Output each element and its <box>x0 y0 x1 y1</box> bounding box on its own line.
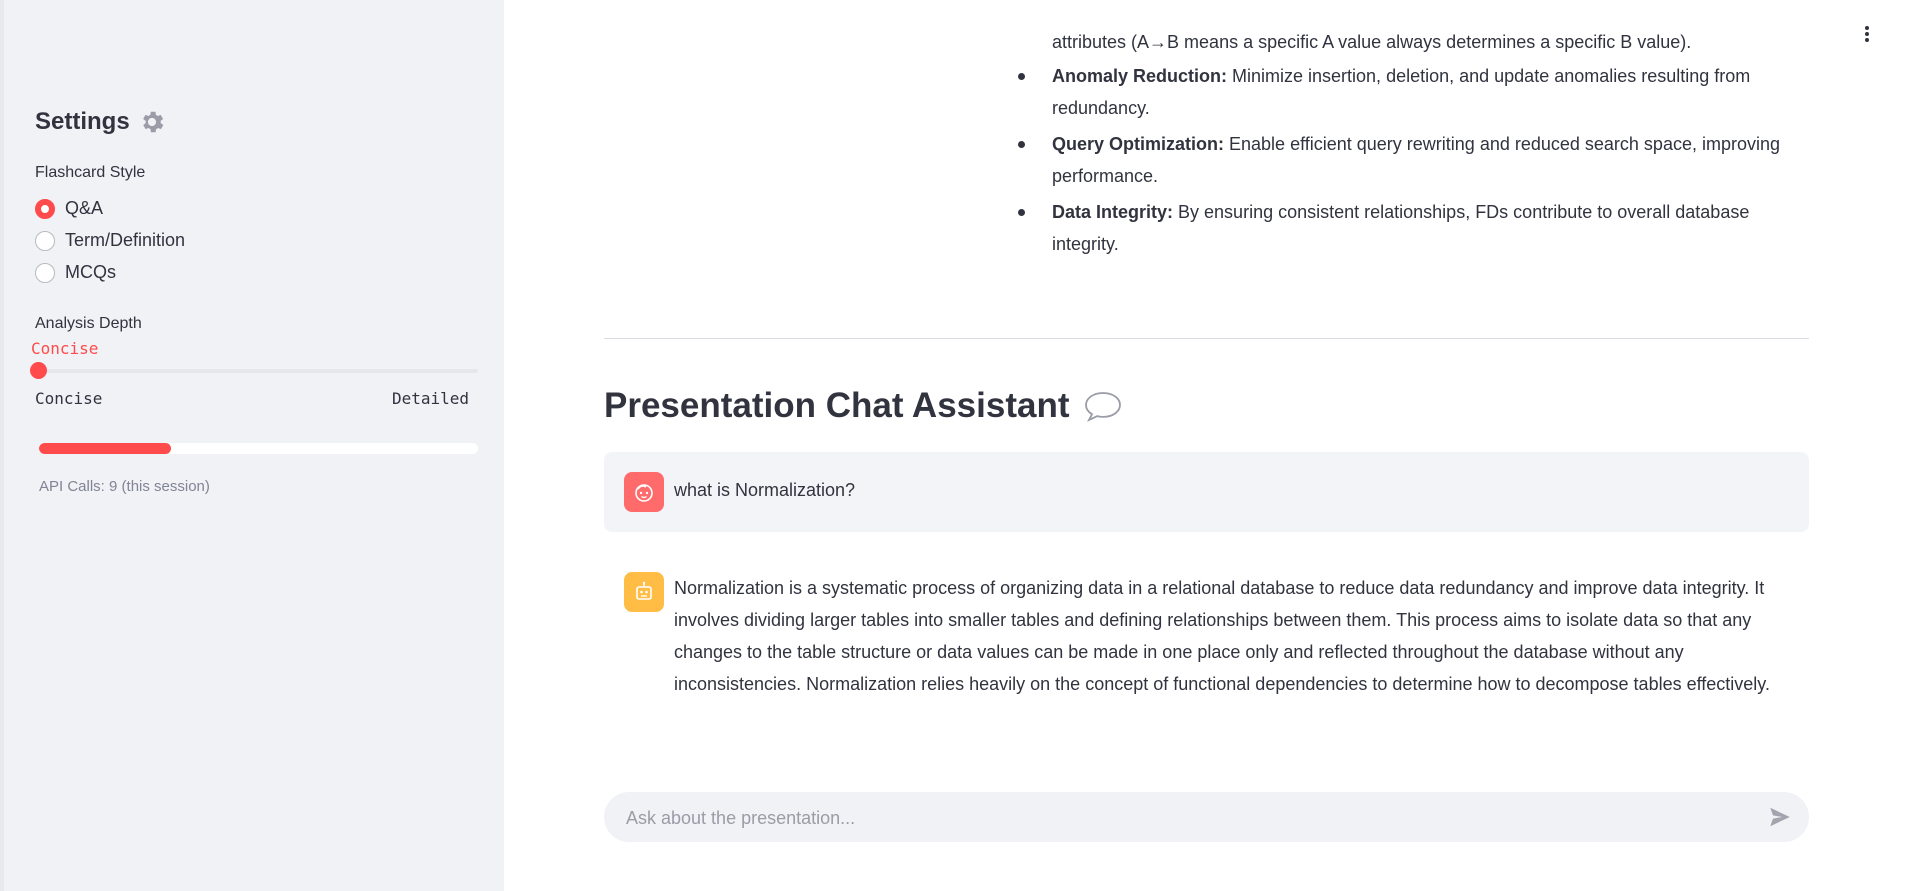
analysis-depth-label: Analysis Depth <box>35 315 142 332</box>
message-text: Normalization is a systematic process of… <box>674 578 1770 694</box>
settings-header: Settings <box>35 108 166 136</box>
sidebar: Settings Flashcard Style Q&A Term/Defini… <box>0 0 504 891</box>
radio-label: Term/Definition <box>65 230 186 250</box>
radio-button-checked[interactable] <box>35 198 55 219</box>
chat-section-header: Presentation Chat Assistant <box>604 386 1123 426</box>
radio-label: Q&A <box>65 198 104 218</box>
bullet-term: Query Optimization: <box>1052 134 1225 154</box>
gear-icon <box>138 108 166 136</box>
chat-input[interactable] <box>624 792 1738 844</box>
bullet-term: Data Integrity: <box>1052 202 1174 222</box>
user-avatar <box>624 472 664 512</box>
menu-dot <box>1865 38 1869 42</box>
usage-progress-bar <box>39 443 478 454</box>
usage-progress-fill <box>39 443 171 454</box>
main-menu-button[interactable] <box>1855 20 1879 48</box>
radio-qa[interactable]: Q&A <box>35 198 103 219</box>
chat-title: Presentation Chat Assistant <box>604 386 1070 425</box>
send-icon[interactable] <box>1767 804 1793 830</box>
radio-button[interactable] <box>35 230 55 251</box>
radio-term-definition[interactable]: Term/Definition <box>35 230 185 251</box>
list-item: Anomaly Reduction: Minimize insertion, d… <box>1000 60 1820 124</box>
slider-thumb[interactable] <box>30 362 47 379</box>
list-item-partial: attributes (A→B means a specific A value… <box>1000 26 1820 56</box>
radio-mcqs[interactable]: MCQs <box>35 262 116 283</box>
summary-bullet-list: attributes (A→B means a specific A value… <box>1000 32 1820 264</box>
message-text: what is Normalization? <box>674 480 856 500</box>
bullet-text: attributes (A→B means a specific A value… <box>1052 32 1692 52</box>
list-item: Query Optimization: Enable efficient que… <box>1000 128 1820 192</box>
chat-message-assistant: Normalization is a systematic process of… <box>604 562 1809 742</box>
bullet-term: Anomaly Reduction: <box>1052 66 1228 86</box>
bot-avatar <box>624 572 664 612</box>
flashcard-style-label: Flashcard Style <box>35 164 146 181</box>
chat-message-user: what is Normalization? <box>604 452 1809 532</box>
radio-button[interactable] <box>35 262 55 283</box>
menu-dot <box>1865 32 1869 36</box>
slider-current-value: Concise <box>31 339 99 358</box>
face-icon <box>635 484 653 502</box>
radio-label: MCQs <box>65 262 116 282</box>
slider-min-label: Concise <box>35 389 103 408</box>
speech-bubble-icon <box>1083 390 1123 422</box>
api-calls-counter: API Calls: 9 (this session) <box>39 478 210 495</box>
settings-title: Settings <box>35 108 130 135</box>
slider-max-label: Detailed <box>392 389 470 408</box>
section-divider <box>604 338 1809 339</box>
chat-input-container <box>604 792 1809 844</box>
slider-track[interactable] <box>39 369 478 373</box>
robot-icon <box>636 581 652 600</box>
menu-dot <box>1865 26 1869 30</box>
list-item: Data Integrity: By ensuring consistent r… <box>1000 196 1820 260</box>
